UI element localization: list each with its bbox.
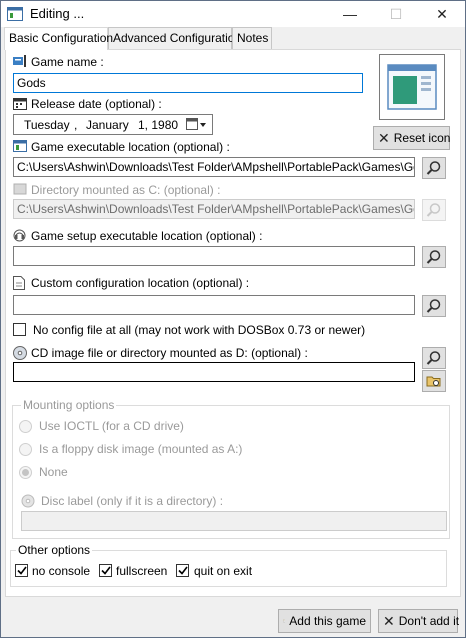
add-game-label: Add this game — [289, 614, 366, 628]
folder-icon — [13, 183, 27, 195]
dont-add-button[interactable]: ✕ Don't add it — [378, 609, 460, 633]
other-options-title: Other options — [16, 543, 93, 557]
add-game-button[interactable]: Add this game — [278, 609, 371, 633]
minimize-button[interactable]: — — [327, 1, 373, 27]
tab-notes[interactable]: Notes — [232, 27, 272, 49]
no-config-checkbox[interactable] — [13, 323, 26, 336]
no-console-label: no console — [32, 564, 91, 578]
setup-executable-label: Game setup executable location (optional… — [31, 229, 263, 243]
floppy-radio — [19, 443, 32, 456]
none-label: None — [39, 465, 68, 479]
cancel-x-icon: ✕ — [383, 612, 395, 629]
edit-game-window: Editing ... — ☐ ✕ Basic Configuration Ad… — [0, 0, 466, 638]
dont-add-label: Don't add it — [398, 614, 460, 628]
folder-search-icon — [426, 376, 441, 387]
quit-on-exit-checkbox[interactable] — [176, 564, 189, 577]
check-icon — [100, 566, 111, 575]
window-title: Editing ... — [30, 6, 85, 21]
disc-label-input — [21, 511, 447, 531]
browse-mounted-c-button — [422, 199, 446, 221]
magnifier-icon — [426, 250, 441, 264]
setup-icon — [13, 229, 26, 242]
add-file-icon — [283, 619, 286, 623]
quit-on-exit-label: quit on exit — [194, 564, 253, 578]
tab-basic-configuration[interactable]: Basic Configuration — [4, 27, 113, 50]
window-icon — [387, 64, 437, 110]
date-weekday: Tuesday — [24, 118, 70, 132]
check-icon — [16, 566, 27, 575]
none-radio — [19, 466, 32, 479]
ioctl-radio — [19, 420, 32, 433]
date-separator: , — [74, 118, 78, 132]
config-file-icon — [13, 276, 25, 290]
cd-image-input[interactable] — [13, 362, 415, 382]
floppy-label: Is a floppy disk image (mounted as A:) — [39, 442, 243, 456]
title-bar: Editing ... — ☐ ✕ — [1, 1, 465, 27]
fullscreen-label: fullscreen — [116, 564, 168, 578]
magnifier-icon — [426, 299, 441, 313]
magnifier-icon — [426, 351, 441, 365]
date-month: January — [86, 118, 129, 132]
browse-cd-file-button[interactable] — [422, 347, 446, 369]
x-icon: ✕ — [378, 129, 390, 146]
setup-executable-input[interactable] — [13, 246, 415, 266]
release-date-label: Release date (optional) : — [31, 97, 162, 111]
game-name-icon — [13, 55, 26, 67]
game-icon-preview[interactable] — [379, 54, 445, 120]
browse-setup-button[interactable] — [422, 246, 446, 268]
cd-image-label: CD image file or directory mounted as D:… — [31, 346, 308, 360]
mounting-options-title: Mounting options — [21, 398, 117, 412]
cd-icon — [13, 346, 27, 360]
magnifier-icon — [426, 161, 441, 175]
fullscreen-checkbox[interactable] — [99, 564, 112, 577]
custom-config-label: Custom configuration location (optional)… — [31, 276, 250, 290]
date-day-year: 1, 1980 — [138, 118, 179, 132]
release-date-picker[interactable]: Tuesday , January 1, 1980 — [13, 114, 213, 135]
maximize-button[interactable]: ☐ — [373, 1, 419, 27]
game-executable-label: Game executable location (optional) : — [31, 140, 230, 154]
browse-cd-folder-button[interactable] — [422, 370, 446, 392]
tab-advanced-configuration[interactable]: Advanced Configuration — [108, 27, 241, 49]
check-icon — [177, 566, 188, 575]
mounted-c-input: C:\Users\Ashwin\Downloads\Test Folder\AM… — [13, 199, 415, 219]
close-button[interactable]: ✕ — [419, 1, 465, 27]
reset-icon-label: Reset icon — [393, 131, 451, 145]
browse-executable-button[interactable] — [422, 157, 446, 179]
game-name-input[interactable]: Gods — [13, 73, 363, 93]
calendar-icon — [13, 98, 27, 110]
app-icon — [7, 7, 23, 21]
calendar-dropdown-icon[interactable] — [186, 118, 208, 131]
custom-config-input[interactable] — [13, 295, 415, 315]
game-name-label: Game name : — [31, 55, 104, 69]
ioctl-label: Use IOCTL (for a CD drive) — [39, 419, 184, 433]
mounted-c-label: Directory mounted as C: (optional) : — [31, 183, 221, 197]
no-console-checkbox[interactable] — [15, 564, 28, 577]
game-executable-input[interactable]: C:\Users\Ashwin\Downloads\Test Folder\AM… — [13, 157, 415, 177]
no-config-label: No config file at all (may not work with… — [33, 323, 366, 337]
browse-config-button[interactable] — [422, 295, 446, 317]
reset-icon-button[interactable]: ✕ Reset icon — [373, 126, 450, 150]
disc-label-icon — [21, 494, 35, 508]
executable-icon — [13, 140, 27, 152]
disc-label-label: Disc label (only if it is a directory) : — [41, 494, 224, 508]
magnifier-icon — [426, 203, 441, 217]
